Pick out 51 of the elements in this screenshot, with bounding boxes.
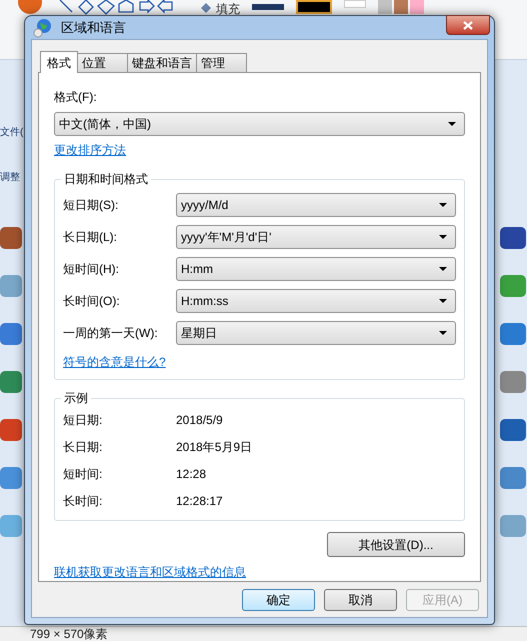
format-dropdown[interactable]: 星期日	[176, 321, 456, 345]
format-label: 格式(F):	[54, 89, 98, 106]
color-swatch[interactable]	[344, 0, 366, 8]
format-dropdown[interactable]: 中文(简体，中国)	[54, 112, 465, 136]
dropdown-arrow-icon	[439, 331, 447, 335]
close-button[interactable]	[446, 15, 490, 35]
menu-text: 调整	[0, 171, 21, 185]
group-title: 日期和时间格式	[61, 171, 151, 187]
window-title: 区域和语言	[61, 18, 126, 37]
field-label: 一周的第一天(W):	[63, 325, 159, 342]
color-swatch[interactable]	[410, 0, 424, 14]
color-swatch[interactable]	[394, 0, 408, 14]
fill-label[interactable]: 填充	[216, 0, 240, 18]
field-label: 短日期(S):	[63, 197, 120, 214]
tab[interactable]: 键盘和语言	[128, 53, 197, 72]
tab[interactable]: 位置	[78, 53, 128, 72]
example-label: 长时间:	[63, 493, 104, 510]
help-link[interactable]: 符号的含意是什么?	[63, 353, 166, 371]
dropdown-arrow-icon	[439, 267, 447, 271]
example-label: 长日期:	[63, 439, 104, 456]
dialog-button[interactable]: 取消	[324, 589, 397, 611]
sort-link[interactable]: 更改排序方法	[54, 141, 126, 159]
dropdown-arrow-icon	[439, 299, 447, 303]
dropdown-arrow-icon	[448, 122, 456, 126]
color-swatch[interactable]	[378, 0, 392, 14]
format-dropdown[interactable]: H:mm:ss	[176, 289, 456, 313]
field-label: 短时间(H):	[63, 261, 120, 278]
menu-text: 文件(	[0, 126, 24, 140]
example-value: 2018/5/9	[176, 412, 224, 429]
close-icon	[463, 20, 473, 30]
group-title: 示例	[61, 390, 91, 406]
format-dropdown[interactable]: H:mm	[176, 257, 456, 281]
dropdown-arrow-icon	[439, 203, 447, 207]
line-width-swatch[interactable]	[252, 4, 284, 10]
example-value: 12:28:17	[176, 493, 224, 510]
example-value: 12:28	[176, 466, 208, 483]
image-size-text: 799 × 570像素	[30, 628, 108, 640]
online-info-link[interactable]: 联机获取更改语言和区域格式的信息	[54, 563, 246, 581]
color-swatch[interactable]	[296, 0, 332, 14]
field-label: 长日期(L):	[63, 229, 118, 246]
more-settings-button[interactable]: 其他设置(D)...	[327, 532, 465, 557]
format-dropdown[interactable]: yyyy/M/d	[176, 193, 456, 217]
tab[interactable]: 格式	[40, 51, 78, 73]
dropdown-arrow-icon	[439, 235, 447, 239]
example-value: 2018年5月9日	[176, 439, 254, 456]
example-label: 短时间:	[63, 466, 104, 483]
tab[interactable]: 管理	[197, 53, 247, 72]
example-label: 短日期:	[63, 412, 104, 429]
dialog-button[interactable]: 确定	[242, 589, 315, 611]
format-dropdown[interactable]: yyyy'年'M'月'd'日'	[176, 225, 456, 249]
field-label: 长时间(O):	[63, 293, 121, 310]
